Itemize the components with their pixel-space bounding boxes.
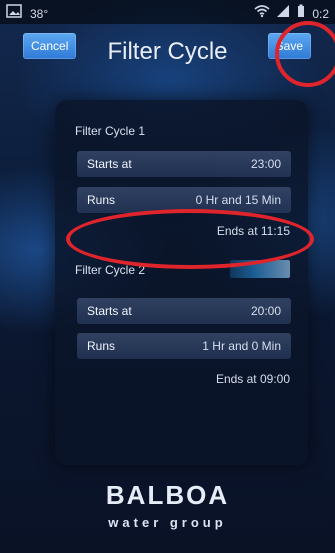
filter-cycle-1-runs-label: Runs xyxy=(87,193,116,207)
time-status: 0:2 xyxy=(312,6,329,21)
filter-cycle-2-runs-label: Runs xyxy=(87,339,116,353)
filter-cycle-2-starts-label: Starts at xyxy=(87,304,132,318)
brand-name: BALBOA xyxy=(105,480,230,510)
save-highlight-circle xyxy=(275,21,335,87)
filter-cycle-2-starts-value: 20:00 xyxy=(250,304,281,318)
filter-cycle-1-title: Filter Cycle 1 xyxy=(75,124,146,138)
filter-cycle-2-ends-text: Ends at 09:00 xyxy=(215,372,290,386)
ends-highlight-circle xyxy=(66,209,314,269)
filter-cycle-1-starts-row[interactable]: Starts at 23:00 xyxy=(77,151,291,177)
wifi-icon xyxy=(254,4,270,23)
balboa-logo: BALBOA water group xyxy=(0,480,335,530)
filter-cycle-2-starts-row[interactable]: Starts at 20:00 xyxy=(77,298,291,324)
status-bar: 38° 0:2 xyxy=(0,0,335,24)
status-left: 38° xyxy=(6,4,48,23)
filter-cycle-panel: Filter Cycle 1 Starts at 23:00 Runs 0 Hr… xyxy=(55,100,308,465)
brand-tagline: water group xyxy=(108,515,227,530)
status-right: 0:2 xyxy=(254,4,329,23)
signal-icon xyxy=(276,4,290,23)
temperature-status: 38° xyxy=(30,6,49,21)
filter-cycle-1-runs-value: 0 Hr and 15 Min xyxy=(195,193,281,207)
image-icon xyxy=(6,4,22,23)
filter-cycle-1-starts-value: 23:00 xyxy=(250,157,281,171)
filter-cycle-2-runs-value: 1 Hr and 0 Min xyxy=(202,339,281,353)
filter-cycle-2-runs-row[interactable]: Runs 1 Hr and 0 Min xyxy=(77,333,291,359)
filter-cycle-1-starts-label: Starts at xyxy=(87,157,132,171)
